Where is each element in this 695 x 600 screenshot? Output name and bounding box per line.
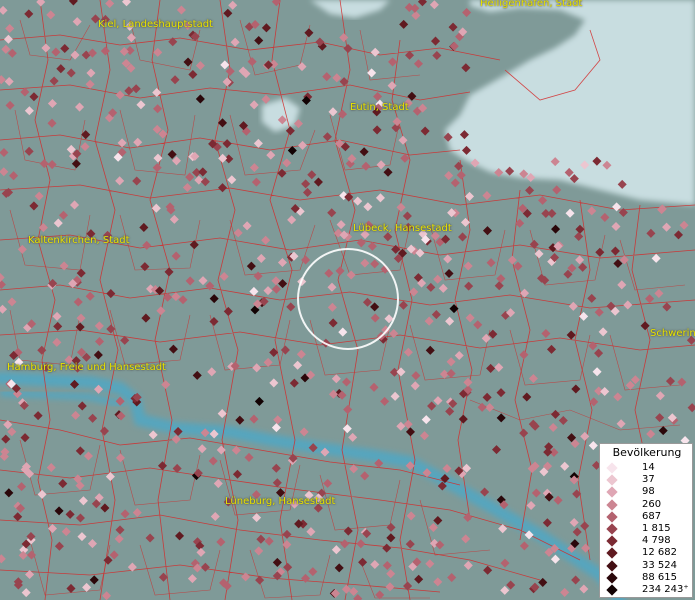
legend-swatch — [606, 523, 618, 535]
legend-swatch — [606, 511, 618, 523]
city-label-eutin: Eutin, Stadt — [350, 102, 409, 113]
legend-swatch — [606, 559, 618, 572]
legend-label: 98 — [642, 486, 655, 498]
city-label-kaltenkirchen: Kaltenkirchen, Stadt — [28, 235, 130, 246]
legend-swatch — [606, 547, 618, 560]
population-map[interactable]: Kiel, Landeshauptstadt Heiligenhafen, St… — [0, 0, 695, 600]
legend-label: 14 — [642, 462, 655, 473]
city-label-heiligenhafen: Heiligenhafen, Stadt — [480, 0, 583, 9]
map-canvas[interactable] — [0, 0, 695, 600]
legend-swatch — [606, 572, 618, 584]
legend-label: 33 524 — [642, 559, 677, 571]
legend-title: Bevölkerung — [612, 446, 682, 459]
legend-swatch — [606, 462, 618, 474]
legend-label: 687 — [642, 510, 662, 522]
legend-label: 1 815 — [642, 523, 671, 534]
legend-swatch — [606, 584, 618, 596]
legend-swatch — [606, 498, 618, 511]
city-label-kiel: Kiel, Landeshauptstadt — [98, 19, 213, 30]
legend: Bevölkerung 14 37 98 260 687 1 815 4 798 12 682… — [599, 443, 693, 598]
city-label-luebeck: Lübeck, Hansestadt — [353, 223, 452, 234]
legend-label: 4 798 — [642, 535, 671, 547]
legend-label: 12 682 — [642, 547, 677, 559]
legend-label: 88 615 — [642, 571, 677, 583]
legend-swatch — [606, 474, 618, 486]
legend-label: 37 — [642, 474, 655, 486]
legend-label: 260 — [642, 498, 662, 510]
legend-label: 234 243⁺ — [642, 584, 689, 595]
city-label-lueneburg: Lüneburg, Hansestadt — [225, 496, 336, 507]
legend-swatch — [606, 535, 618, 547]
city-label-hamburg: Hamburg, Freie und Hansestadt — [7, 362, 166, 373]
legend-swatch — [606, 486, 618, 499]
city-label-schwerin: Schwerin — [650, 328, 695, 339]
